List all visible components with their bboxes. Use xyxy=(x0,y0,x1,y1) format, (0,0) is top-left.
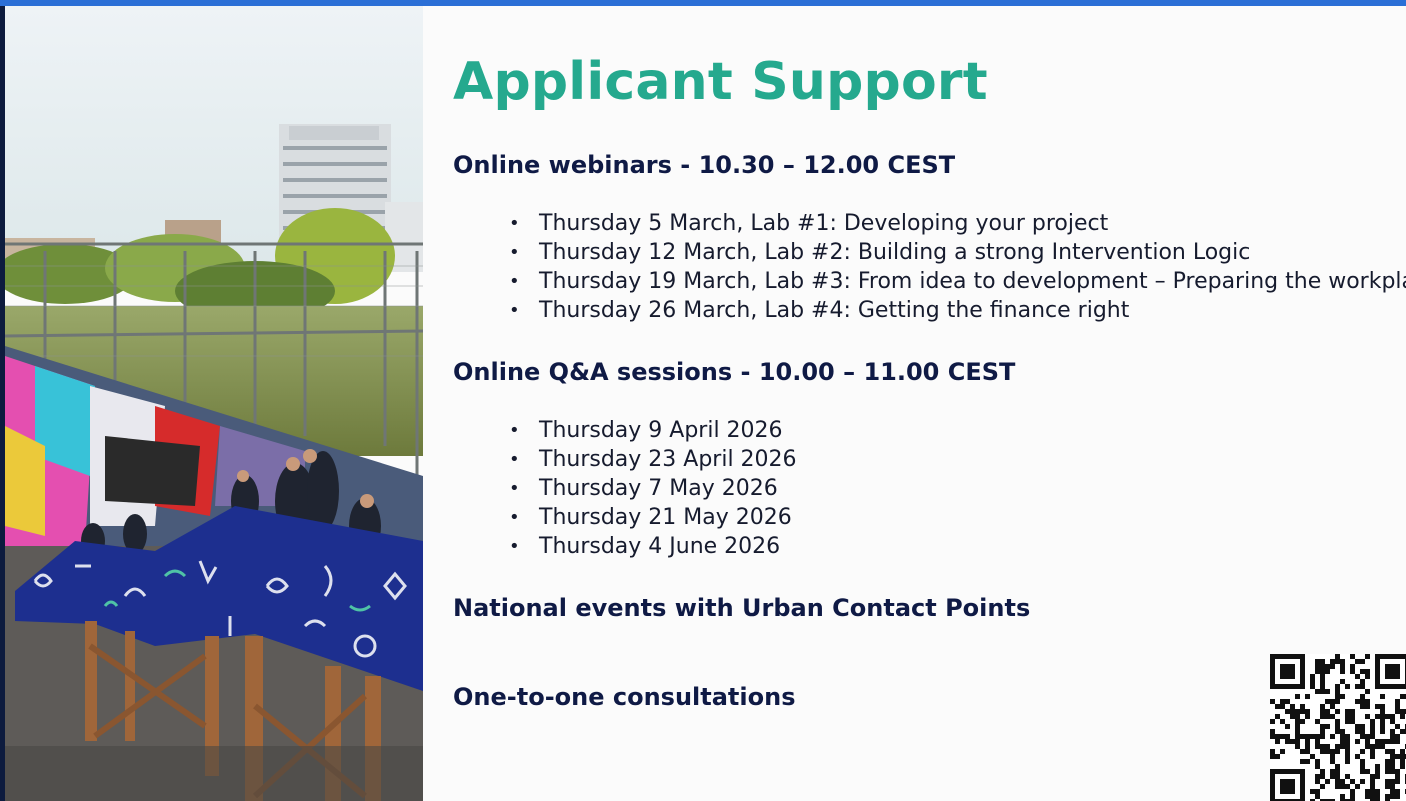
webinars-heading: Online webinars - 10.30 – 12.00 CEST xyxy=(453,151,956,179)
qa-sessions-heading: Online Q&A sessions - 10.00 – 11.00 CEST xyxy=(453,358,1016,386)
slide-photo xyxy=(5,6,423,801)
list-item: Thursday 7 May 2026 xyxy=(509,474,797,503)
list-item: Thursday 12 March, Lab #2: Building a st… xyxy=(509,238,1406,267)
list-item: Thursday 4 June 2026 xyxy=(509,532,797,561)
slide-title: Applicant Support xyxy=(453,52,988,112)
qr-code-icon xyxy=(1270,654,1406,801)
list-item: Thursday 23 April 2026 xyxy=(509,445,797,474)
slide-content: Applicant Support Online webinars - 10.3… xyxy=(453,6,1406,801)
qa-session-list: Thursday 9 April 2026 Thursday 23 April … xyxy=(509,416,797,561)
consultations-heading: One-to-one consultations xyxy=(453,683,796,711)
list-item: Thursday 19 March, Lab #3: From idea to … xyxy=(509,267,1406,296)
list-item: Thursday 26 March, Lab #4: Getting the f… xyxy=(509,296,1406,325)
list-item: Thursday 21 May 2026 xyxy=(509,503,797,532)
national-events-heading: National events with Urban Contact Point… xyxy=(453,594,1031,622)
presentation-slide: Applicant Support Online webinars - 10.3… xyxy=(5,6,1406,801)
list-item: Thursday 5 March, Lab #1: Developing you… xyxy=(509,209,1406,238)
list-item: Thursday 9 April 2026 xyxy=(509,416,797,445)
webinar-list: Thursday 5 March, Lab #1: Developing you… xyxy=(509,209,1406,325)
